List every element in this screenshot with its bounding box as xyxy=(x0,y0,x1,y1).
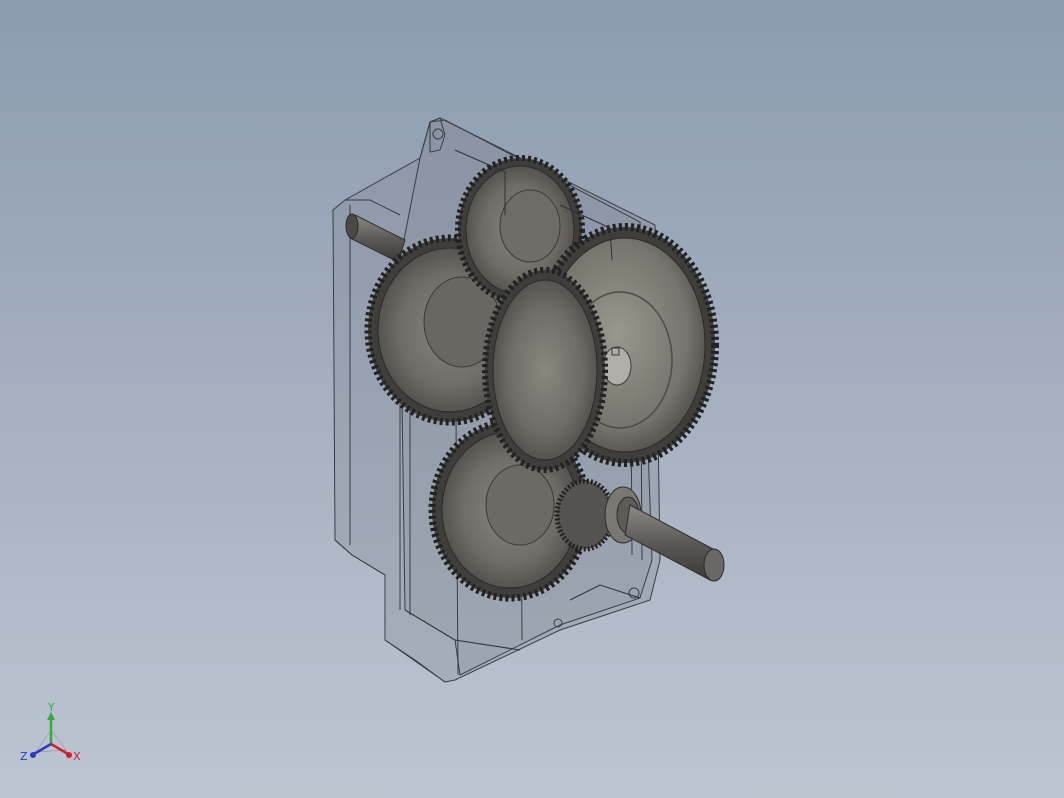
graphics-viewport[interactable]: Y X Z xyxy=(0,0,1064,798)
gear-middle[interactable] xyxy=(482,267,608,473)
triad-y-label: Y xyxy=(47,701,55,714)
keyway xyxy=(611,347,620,356)
gearbox-model-view[interactable] xyxy=(0,0,1064,798)
triad-x-label: X xyxy=(73,750,81,763)
input-shaft-end xyxy=(345,213,359,239)
triad-z-label: Z xyxy=(20,750,28,763)
gear-hub xyxy=(485,464,555,546)
triad-z-tip xyxy=(30,752,36,758)
output-shaft-end xyxy=(703,548,725,582)
gear-hub xyxy=(499,189,561,263)
gear-face xyxy=(492,279,598,461)
view-triad[interactable]: Y X Z xyxy=(18,700,88,770)
triad-x-tip xyxy=(66,752,72,758)
